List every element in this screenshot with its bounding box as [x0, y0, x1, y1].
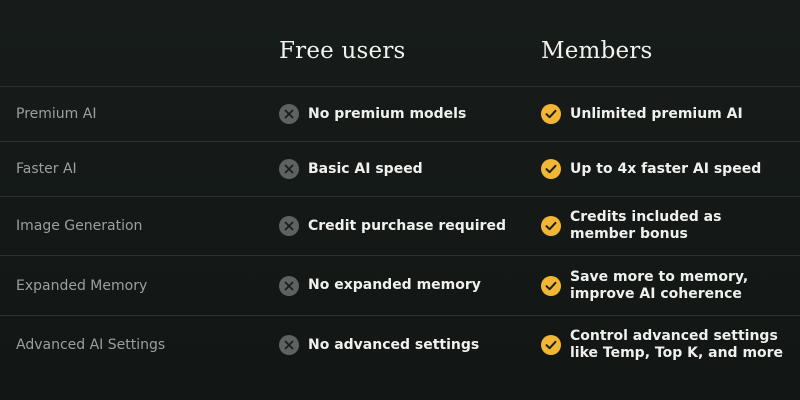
table-row-expanded-memory: Expanded Memory No expanded memory Save … [0, 256, 800, 315]
check-circle-icon [541, 275, 561, 296]
member-cell-text: Control advanced settings like Temp, Top… [570, 328, 784, 361]
members-header: Members [541, 38, 653, 64]
feature-label: Expanded Memory [16, 277, 148, 294]
check-circle-icon [541, 216, 561, 236]
x-circle-icon [279, 216, 299, 236]
member-cell: Credits included as member bonus [541, 209, 785, 243]
free-cell: No premium models [279, 104, 466, 124]
free-cell: No advanced settings [279, 335, 479, 355]
free-cell: No expanded memory [279, 275, 481, 296]
member-cell-text: Credits included as member bonus [570, 209, 722, 242]
x-circle-icon [279, 335, 299, 355]
free-cell: Credit purchase required [279, 216, 506, 236]
free-cell-text: No expanded memory [308, 277, 481, 293]
feature-label: Faster AI [16, 161, 77, 177]
table-row-image-generation: Image Generation Credit purchase require… [0, 197, 800, 255]
free-cell-text: Credit purchase required [308, 217, 506, 234]
member-cell: Up to 4x faster AI speed [541, 159, 785, 179]
feature-label: Premium AI [16, 106, 97, 122]
member-cell: Save more to memory, improve AI coherenc… [541, 269, 785, 303]
x-circle-icon [279, 104, 299, 124]
free-cell-text: No premium models [308, 105, 467, 122]
free-cell-text: Basic AI speed [308, 160, 423, 177]
member-cell-text: Unlimited premium AI [570, 105, 743, 122]
free-cell: Basic AI speed [279, 159, 423, 179]
check-circle-icon [541, 159, 561, 179]
free-cell-text: No advanced settings [308, 336, 480, 353]
member-cell: Control advanced settings like Temp, Top… [541, 328, 785, 362]
membership-comparison-table: Free users Members Premium AI No premium… [0, 0, 800, 400]
x-circle-icon [279, 275, 299, 296]
member-cell-text: Up to 4x faster AI speed [570, 160, 762, 177]
table-row-premium-ai: Premium AI No premium models Unlimited p… [0, 87, 800, 141]
feature-label: Advanced AI Settings [16, 337, 166, 353]
member-cell: Unlimited premium AI [541, 104, 785, 124]
check-circle-icon [541, 335, 561, 355]
member-cell-text: Save more to memory, improve AI coherenc… [570, 268, 749, 302]
table-row-faster-ai: Faster AI Basic AI speed Up to 4x faster… [0, 142, 800, 196]
x-circle-icon [279, 159, 299, 179]
free-users-header: Free users [279, 38, 406, 64]
table-row-advanced-ai-settings: Advanced AI Settings No advanced setting… [0, 316, 800, 374]
feature-label: Image Generation [16, 218, 143, 234]
check-circle-icon [541, 104, 561, 124]
